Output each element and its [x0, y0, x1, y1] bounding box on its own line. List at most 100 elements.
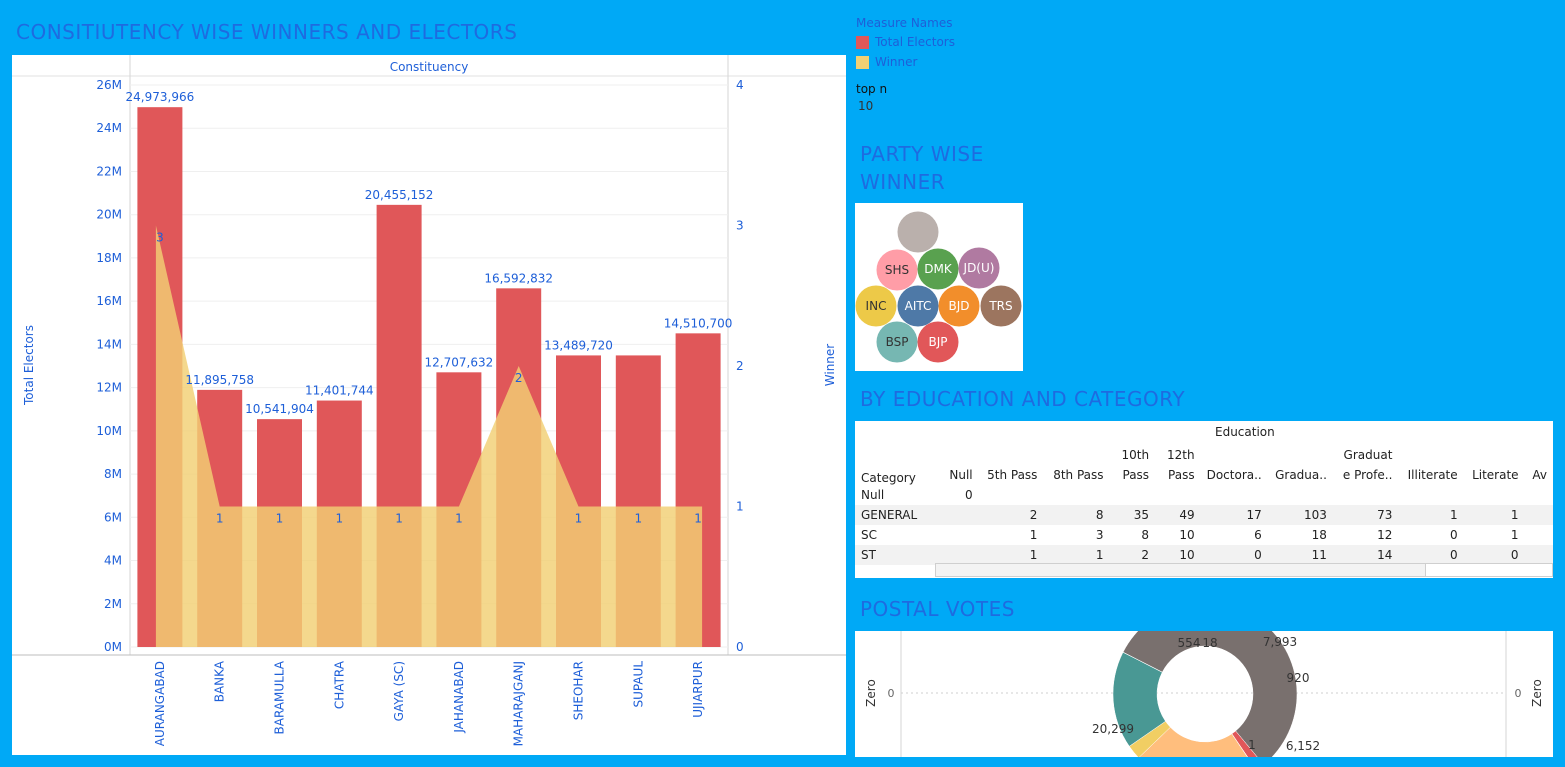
table-cell — [1525, 545, 1553, 565]
table-row[interactable]: GENERAL 2 8 35 49 17 103 73 1 1 — [855, 505, 1553, 525]
main-chart-panel: Constituency Total Electors Winner 24,97… — [12, 55, 846, 755]
x-tick-label: UJIARPUR — [691, 661, 705, 718]
x-tick-label: GAYA (SC) — [392, 661, 406, 721]
party-bubble-label: DMK — [924, 262, 953, 276]
y-left-tick-label: 4M — [104, 554, 122, 568]
donut-slice-label: 20,299 — [1092, 722, 1134, 736]
area-value-label: 1 — [276, 512, 284, 526]
legend-label: Total Electors — [875, 35, 955, 49]
table-cell: 12 — [1377, 528, 1393, 542]
horizontal-scrollbar[interactable] — [935, 563, 1427, 577]
table-cell — [1464, 485, 1525, 505]
table-cell — [1398, 485, 1463, 505]
table-cell — [1268, 485, 1333, 505]
party-bubble-chart: SHS DMK JD(U) INC AITC BJD TRS BSP BJP — [855, 211, 1022, 363]
table-cell — [935, 525, 979, 545]
party-bubble-label: SHS — [885, 263, 909, 277]
y-left-tick-label: 16M — [96, 294, 122, 308]
legend-title: Measure Names — [856, 16, 953, 30]
y-left-tick-label: 8M — [104, 467, 122, 481]
table-cell: 1 — [1029, 548, 1038, 562]
party-bubble-label: BJD — [948, 299, 969, 313]
bar-value-label: 16,592,832 — [484, 271, 553, 285]
column-header: Pass — [1168, 468, 1195, 482]
table-cell: 103 — [1303, 508, 1327, 522]
education-header: Education — [1215, 425, 1275, 439]
education-title: BY EDUCATION AND CATEGORY — [860, 387, 1186, 411]
education-panel: Education Category 10th 12th Graduat Null 5th… — [855, 421, 1553, 578]
donut-slice-label: 554 — [1178, 636, 1201, 650]
y-right-tick-label: 0 — [736, 640, 744, 654]
column-header: 5th Pass — [987, 468, 1038, 482]
main-chart-title: CONSITIUTENCY WISE WINNERS AND ELECTORS — [16, 20, 518, 44]
party-bubble-label: INC — [866, 299, 887, 313]
table-row[interactable]: ST 1 1 2 10 0 11 14 0 0 — [855, 545, 1553, 565]
column-header — [1043, 445, 1109, 465]
column-header: e Profe.. — [1342, 468, 1393, 482]
y-right-tick-label: 1 — [736, 500, 744, 514]
column-header: Av — [1532, 468, 1547, 482]
y-left-tick-label: 20M — [96, 208, 122, 222]
y-left-tick-label: 6M — [104, 510, 122, 524]
table-cell: 1 — [1095, 548, 1104, 562]
category-cell: ST — [861, 548, 876, 562]
party-bubble-label: BSP — [886, 335, 909, 349]
y-left-tick-label: 22M — [96, 164, 122, 178]
table-cell: 6 — [1254, 528, 1262, 542]
column-header: Doctora.. — [1206, 468, 1262, 482]
column-header — [1201, 445, 1268, 465]
filter-value[interactable]: 10 — [858, 99, 887, 113]
area-value-label: 1 — [694, 512, 702, 526]
postal-right-tick: 0 — [1515, 687, 1522, 700]
y-right-tick-label: 2 — [736, 359, 744, 373]
scrollbar-track[interactable] — [1425, 563, 1553, 577]
column-header: Gradua.. — [1275, 468, 1327, 482]
column-header: Literate — [1472, 468, 1519, 482]
column-header: 8th Pass — [1053, 468, 1104, 482]
area-value-label: 1 — [395, 512, 403, 526]
x-tick-label: BARAMULLA — [273, 660, 287, 734]
table-cell: 17 — [1246, 508, 1262, 522]
table-row[interactable]: Null 0 — [855, 485, 1553, 505]
postal-left-axis-label: Zero — [864, 679, 878, 707]
table-row[interactable]: SC 1 3 8 10 6 18 12 0 1 — [855, 525, 1553, 545]
table-cell: 18 — [1311, 528, 1327, 542]
y-left-tick-label: 14M — [96, 337, 122, 351]
x-tick-label: JAHANABAD — [452, 661, 466, 734]
x-tick-label: SHEOHAR — [572, 661, 586, 720]
table-cell: 0 — [1450, 548, 1458, 562]
bar-value-label: 11,895,758 — [185, 373, 254, 387]
legend-item-winner[interactable]: Winner — [856, 52, 955, 72]
area-value-label: 1 — [455, 512, 463, 526]
filter-label: top n — [856, 82, 888, 96]
x-tick-label: CHATRA — [332, 660, 346, 709]
column-header — [935, 445, 979, 465]
table-cell: 0 — [1254, 548, 1262, 562]
table-cell: 2 — [1141, 548, 1150, 562]
row-header-category: Category — [861, 471, 916, 485]
area-value-label: 2 — [515, 371, 523, 385]
table-cell: 49 — [1179, 508, 1195, 522]
area-value-label: 1 — [634, 512, 642, 526]
table-cell: 1 — [1450, 508, 1458, 522]
x-tick-label: SUPAUL — [631, 661, 645, 708]
table-cell — [979, 485, 1044, 505]
legend-item-total-electors[interactable]: Total Electors — [856, 32, 955, 52]
table-cell: 10 — [1179, 528, 1195, 542]
top-n-filter[interactable]: top n 10 — [856, 82, 887, 113]
table-cell — [935, 545, 979, 565]
table-cell: 0 — [965, 488, 973, 502]
party-bubble[interactable] — [897, 211, 939, 253]
category-cell: SC — [861, 528, 877, 542]
legend-swatch — [856, 55, 869, 69]
donut-slice-label: 7,993 — [1263, 635, 1297, 649]
bar-value-label: 13,489,720 — [544, 338, 613, 352]
column-header: Pass — [1122, 468, 1150, 482]
column-header: 12th — [1167, 448, 1195, 462]
bar-value-label: 14,510,700 — [664, 316, 733, 330]
y-left-axis-label: Total Electors — [22, 325, 36, 406]
table-cell: 0 — [1510, 548, 1519, 562]
table-cell: 14 — [1377, 548, 1393, 562]
chart-header-constituency: Constituency — [390, 60, 469, 74]
postal-panel: Zero 0 Zero 0 20,299 554 18 7,993 920 6,152 1 — [855, 631, 1553, 757]
